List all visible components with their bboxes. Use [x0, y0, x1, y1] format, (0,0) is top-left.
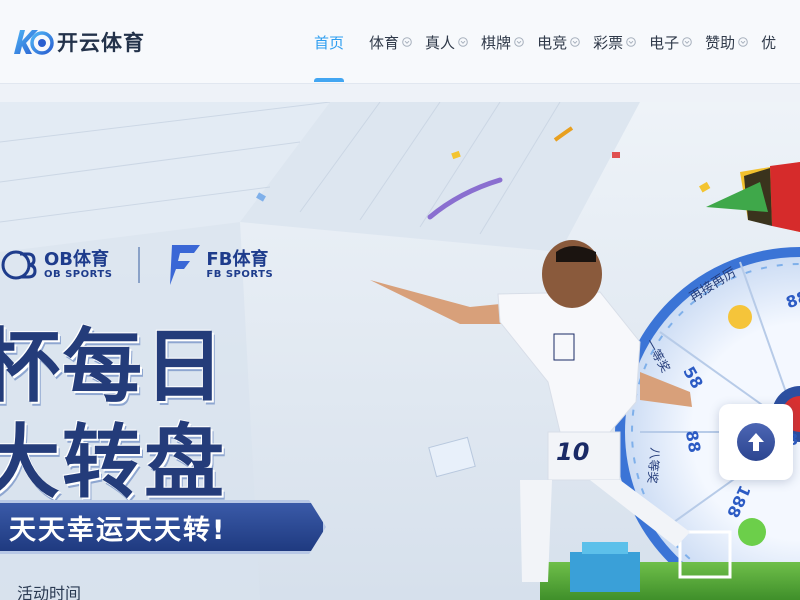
partner-name: FB体育: [206, 249, 269, 270]
nav-item-label: 首页: [314, 33, 345, 52]
slogan-text: 天天幸运天天转!: [9, 514, 227, 546]
nav-item-esports[interactable]: 电竞: [537, 0, 580, 84]
chevron-down-icon: [682, 37, 692, 47]
nav-item-label: 体育: [369, 33, 400, 52]
nav-item-sports[interactable]: 体育: [369, 0, 412, 84]
nav-item-label: 彩票: [593, 33, 624, 52]
partner-subtitle: FB SPORTS: [206, 269, 274, 280]
nav-item-label: 真人: [425, 33, 456, 52]
main-nav: 首页 体育 真人 棋牌 电竞 彩票 电子 赞助 优: [314, 0, 789, 84]
nav-item-label: 赞助: [705, 33, 736, 52]
site-logo[interactable]: 开云体育: [10, 24, 145, 60]
chevron-down-icon: [626, 37, 636, 47]
nav-item-label: 电竞: [537, 33, 568, 52]
chevron-down-icon: [402, 37, 412, 47]
chevron-down-icon: [738, 37, 748, 47]
nav-item-slots[interactable]: 电子: [649, 0, 692, 84]
nav-item-home[interactable]: 首页: [314, 0, 345, 84]
partner-name: OB体育: [44, 249, 110, 270]
player-jersey-number: 10: [556, 438, 590, 466]
fb-sports-logo: FB体育 FB SPORTS: [166, 243, 273, 287]
nav-item-live-casino[interactable]: 真人: [425, 0, 468, 84]
fb-sports-icon: [170, 245, 201, 285]
chevron-down-icon: [458, 37, 468, 47]
chevron-down-icon: [514, 37, 524, 47]
chevron-down-icon: [570, 37, 580, 47]
slogan-banner: 天天幸运天天转!: [0, 500, 326, 554]
activity-time-label: 活动时间: [17, 584, 82, 600]
ob-sports-logo: OB体育 OB SPORTS: [0, 245, 112, 285]
ob-sports-icon: [1, 250, 37, 280]
wheel-label: 八等奖: [644, 446, 663, 485]
nav-item-sponsorship[interactable]: 赞助: [705, 0, 748, 84]
nav-item-lottery[interactable]: 彩票: [593, 0, 636, 84]
banner-title-line-2: 大转盘: [0, 416, 226, 509]
partner-logos: OB体育 OB SPORTS FB体育 FB SPORTS: [0, 240, 273, 290]
logo-text: 开云体育: [57, 31, 145, 55]
promo-banner[interactable]: OB体育 OB SPORTS FB体育 FB SPORTS 杯每日 大转盘 天天…: [0, 102, 800, 600]
scroll-top-circle: [737, 423, 775, 461]
nav-item-label: 优: [761, 33, 777, 52]
active-tab-indicator: [314, 78, 345, 82]
partner-divider: [138, 247, 141, 283]
nav-item-card-games[interactable]: 棋牌: [481, 0, 524, 84]
arrow-up-icon: [748, 433, 764, 451]
scroll-to-top-button[interactable]: [719, 404, 793, 480]
top-navigation-bar: 开云体育 首页 体育 真人 棋牌 电竞 彩票 电子 赞助 优: [0, 0, 800, 84]
kaiyun-logo-icon: [14, 30, 54, 55]
nav-item-promotions[interactable]: 优: [761, 0, 776, 84]
nav-item-label: 电子: [649, 33, 680, 52]
nav-item-label: 棋牌: [481, 33, 512, 52]
partner-subtitle: OB SPORTS: [44, 269, 113, 280]
wheel-label: 88: [681, 428, 705, 455]
